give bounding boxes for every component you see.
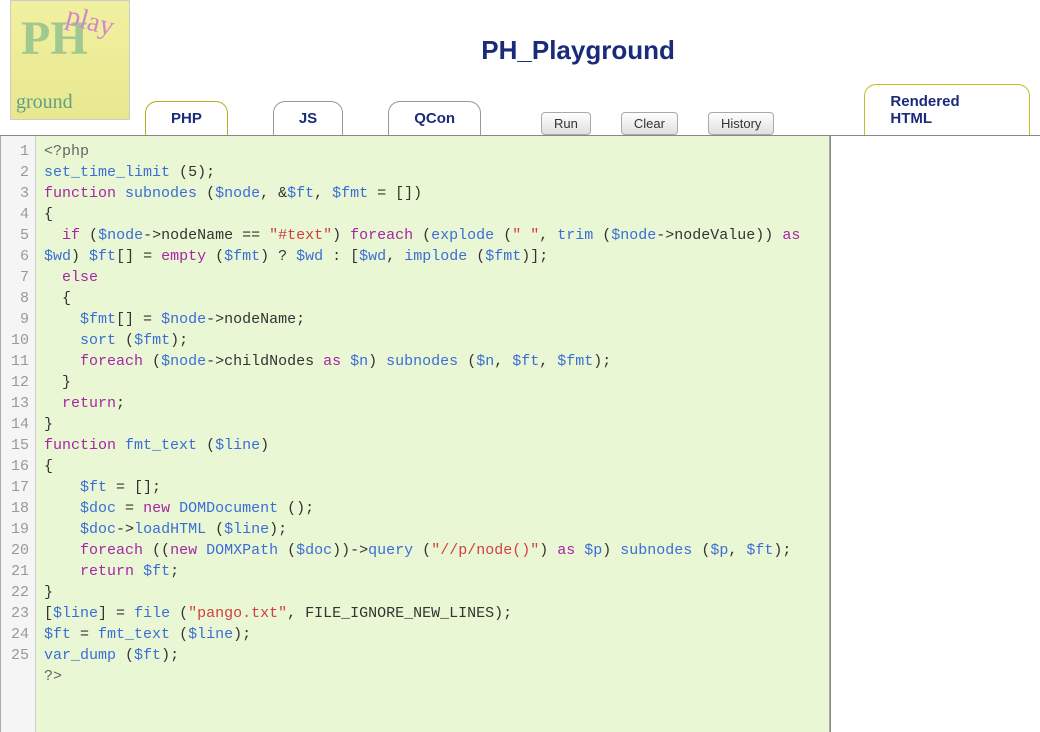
line-number: 20	[11, 540, 29, 561]
line-number: 19	[11, 519, 29, 540]
logo-part-3: ground	[16, 91, 73, 114]
tab-php[interactable]: PHP	[145, 101, 228, 135]
code-line: {	[44, 288, 821, 309]
tab-rendered-html[interactable]: Rendered HTML	[864, 84, 1030, 135]
history-button[interactable]: History	[708, 112, 774, 135]
line-number: 23	[11, 603, 29, 624]
code-line: {	[44, 456, 821, 477]
line-number: 15	[11, 435, 29, 456]
line-number: 21	[11, 561, 29, 582]
code-line: $fmt[] = $node->nodeName;	[44, 309, 821, 330]
line-number: 10	[11, 330, 29, 351]
line-number: 14	[11, 414, 29, 435]
line-number: 2	[11, 162, 29, 183]
tab-qcon[interactable]: QCon	[388, 101, 481, 135]
main-area: 1234567891011121314151617181920212223242…	[0, 135, 1040, 732]
action-buttons: Run Clear History	[541, 112, 774, 135]
run-button[interactable]: Run	[541, 112, 591, 135]
line-number: 8	[11, 288, 29, 309]
code-line: foreach ($node->childNodes as $n) subnod…	[44, 351, 821, 372]
code-line: return;	[44, 393, 821, 414]
code-line: }	[44, 372, 821, 393]
clear-button[interactable]: Clear	[621, 112, 678, 135]
code-line: <?php	[44, 141, 821, 162]
code-line: function subnodes ($node, &$ft, $fmt = […	[44, 183, 821, 204]
page-title: PH_Playground	[481, 35, 675, 66]
code-line: $ft = [];	[44, 477, 821, 498]
code-line: else	[44, 267, 821, 288]
tabs-row: PHP JS QCon Run Clear History Rendered H…	[145, 84, 1030, 135]
line-number: 17	[11, 477, 29, 498]
code-line: ?>	[44, 666, 821, 687]
line-number: 12	[11, 372, 29, 393]
code-line: foreach ((new DOMXPath ($doc))->query ("…	[44, 540, 821, 561]
code-line: return $ft;	[44, 561, 821, 582]
code-content[interactable]: <?phpset_time_limit (5);function subnode…	[36, 136, 829, 732]
logo: PH play ground	[10, 0, 130, 120]
code-line: }	[44, 582, 821, 603]
code-line: function fmt_text ($line)	[44, 435, 821, 456]
line-number: 25	[11, 645, 29, 666]
code-line: if ($node->nodeName == "#text") foreach …	[44, 225, 821, 267]
line-number: 11	[11, 351, 29, 372]
code-line: $doc->loadHTML ($line);	[44, 519, 821, 540]
header: PH play ground PH_Playground PHP JS QCon…	[0, 0, 1040, 135]
line-number: 22	[11, 582, 29, 603]
line-number: 4	[11, 204, 29, 225]
code-line: $ft = fmt_text ($line);	[44, 624, 821, 645]
code-line: }	[44, 414, 821, 435]
code-editor[interactable]: 1234567891011121314151617181920212223242…	[0, 136, 830, 732]
line-number: 24	[11, 624, 29, 645]
code-line: var_dump ($ft);	[44, 645, 821, 666]
line-number: 6	[11, 246, 29, 267]
line-number: 13	[11, 393, 29, 414]
code-line: set_time_limit (5);	[44, 162, 821, 183]
line-number: 7	[11, 267, 29, 288]
line-number: 1	[11, 141, 29, 162]
rendered-output	[830, 136, 1040, 732]
line-number: 16	[11, 456, 29, 477]
code-line: sort ($fmt);	[44, 330, 821, 351]
code-line: [$line] = file ("pango.txt", FILE_IGNORE…	[44, 603, 821, 624]
code-line: {	[44, 204, 821, 225]
line-gutter: 1234567891011121314151617181920212223242…	[1, 136, 36, 732]
line-number: 18	[11, 498, 29, 519]
tab-js[interactable]: JS	[273, 101, 343, 135]
line-number: 9	[11, 309, 29, 330]
line-number: 3	[11, 183, 29, 204]
code-line: $doc = new DOMDocument ();	[44, 498, 821, 519]
line-number: 5	[11, 225, 29, 246]
